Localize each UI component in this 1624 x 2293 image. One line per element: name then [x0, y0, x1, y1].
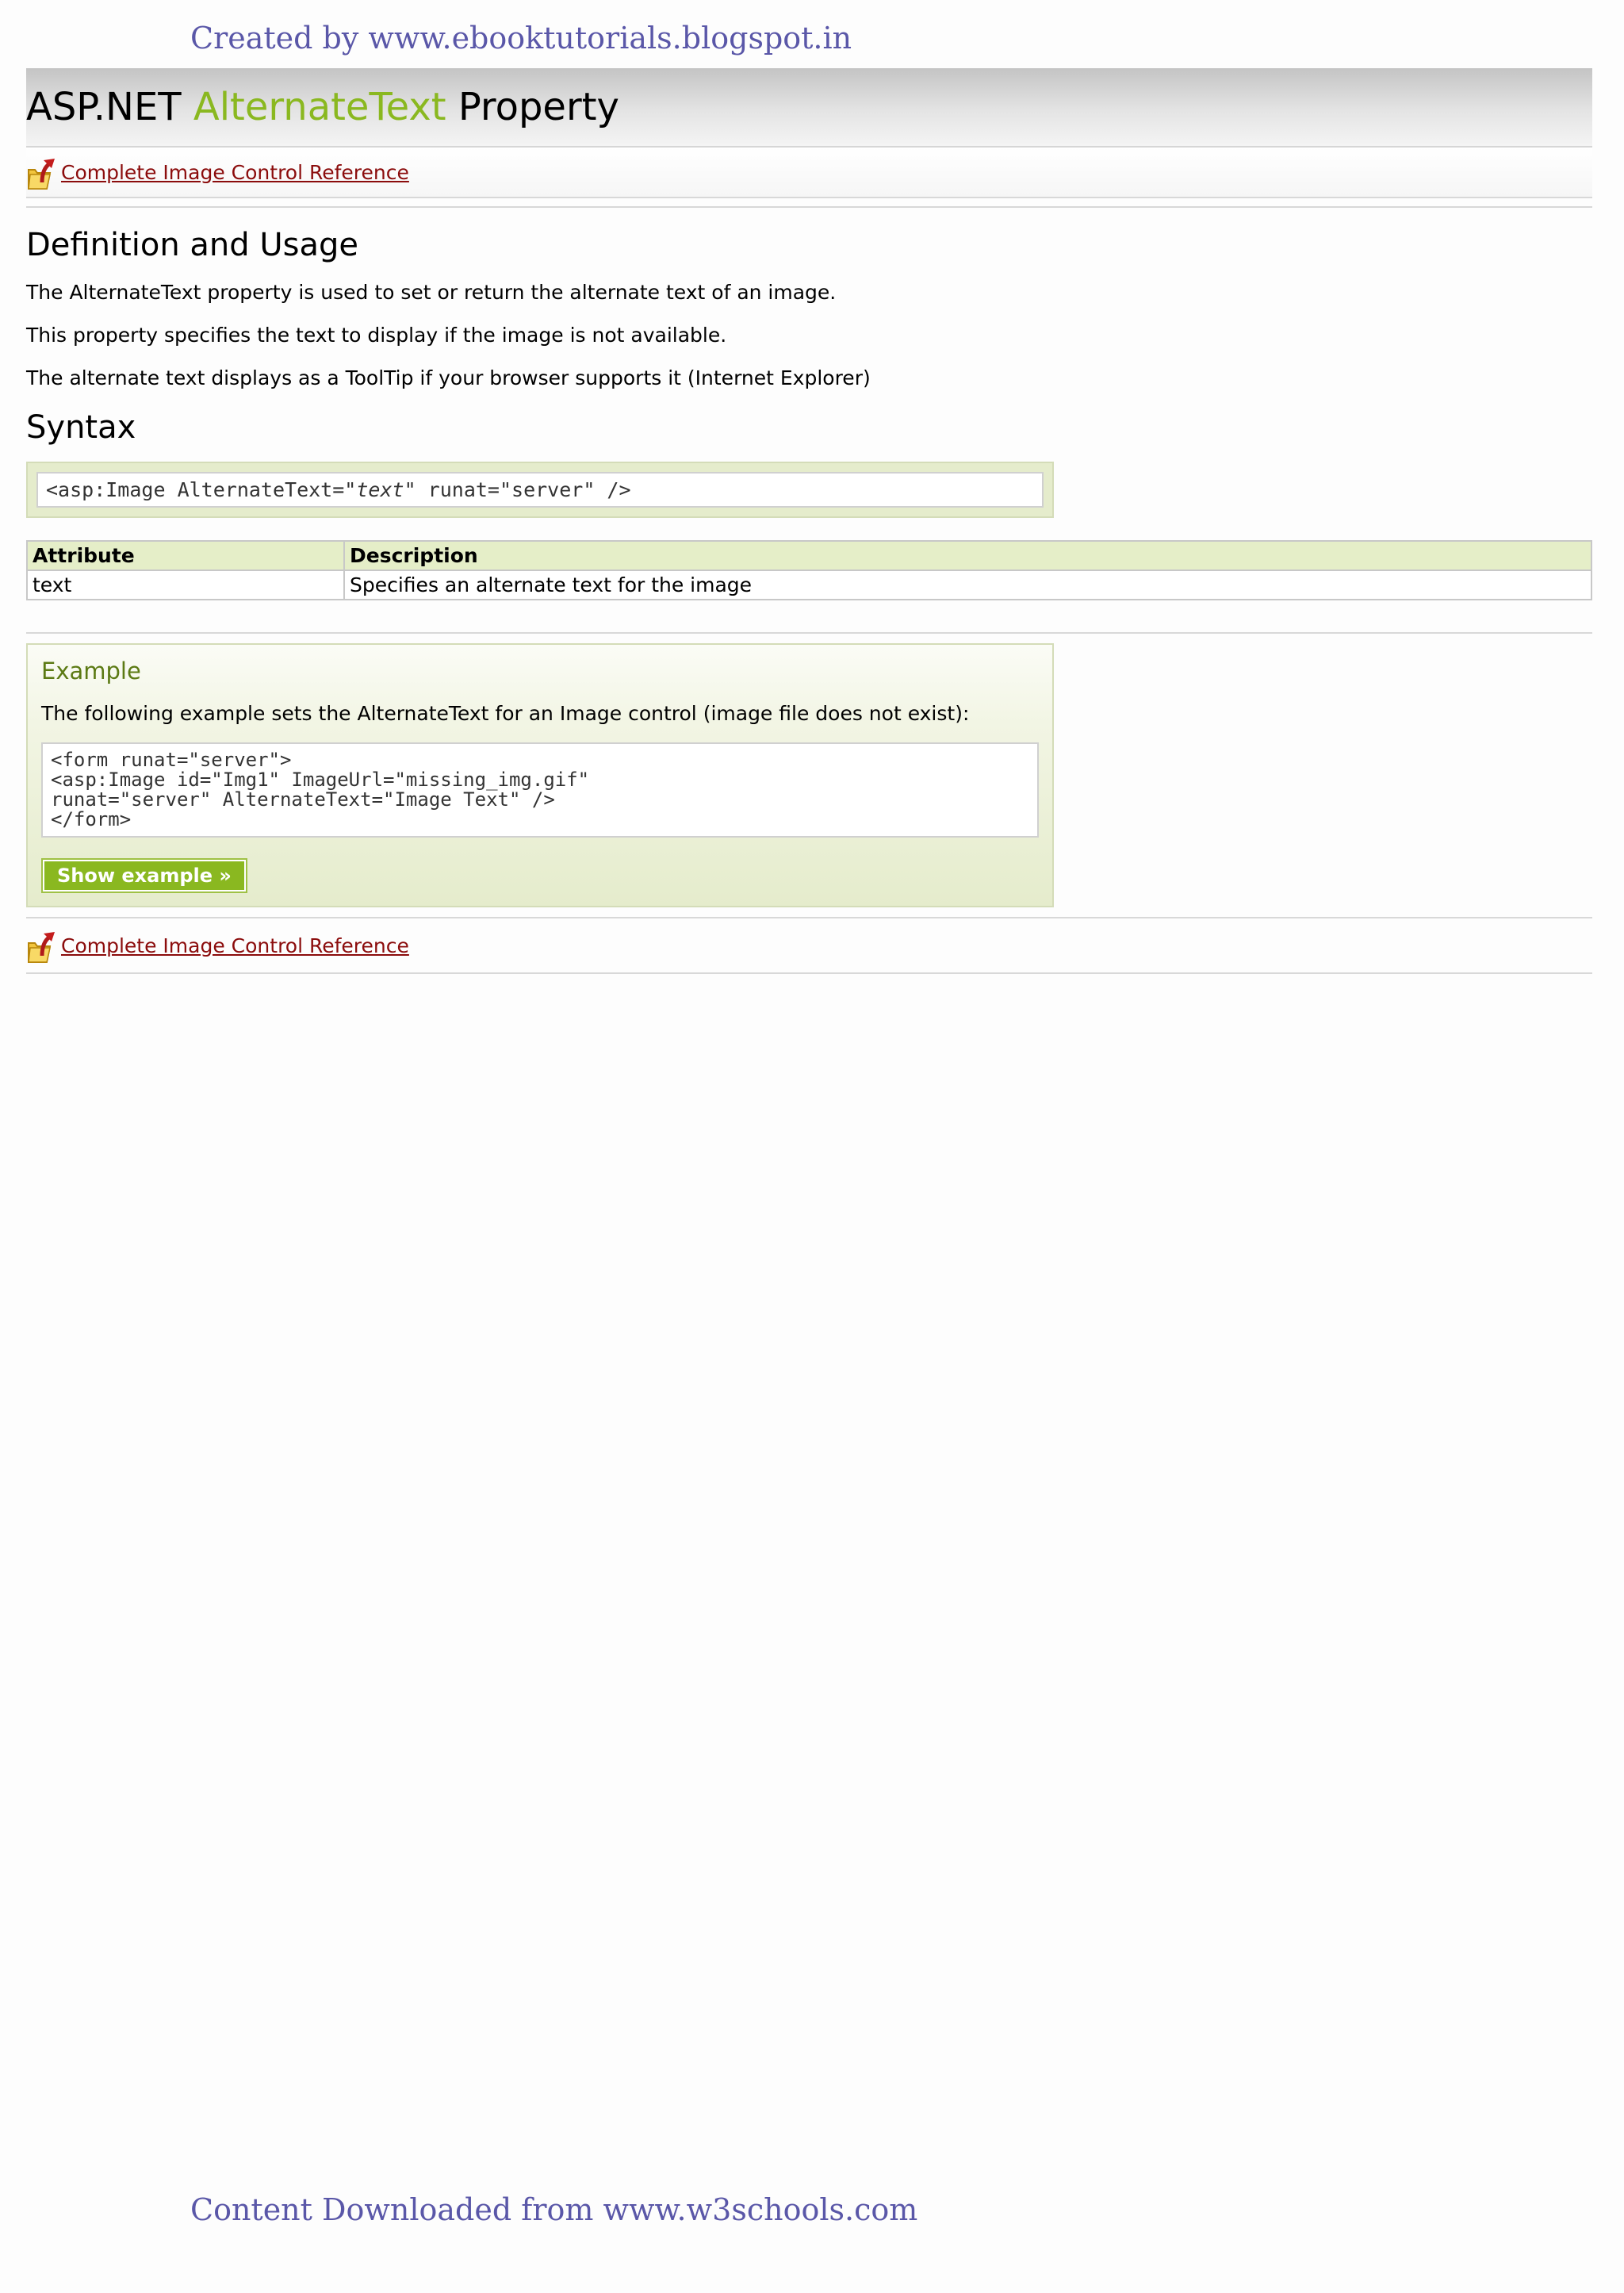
page-title: ASP.NET AlternateText Property: [26, 85, 619, 129]
title-bar: ASP.NET AlternateText Property: [26, 68, 1592, 148]
definition-heading: Definition and Usage: [26, 227, 359, 263]
syntax-code: <asp:Image AlternateText="text" runat="s…: [36, 472, 1044, 508]
table-header-row: Attribute Description: [26, 540, 1592, 571]
divider: [26, 632, 1592, 634]
complete-reference-link-bottom[interactable]: Complete Image Control Reference: [26, 927, 409, 964]
column-header-attribute: Attribute: [26, 540, 345, 571]
divider: [26, 206, 1592, 208]
table-row: text Specifies an alternate text for the…: [26, 569, 1592, 600]
syntax-code-before: <asp:Image AlternateText=": [46, 478, 357, 501]
watermark-top: Created by www.ebooktutorials.blogspot.i…: [190, 21, 852, 56]
syntax-code-after: " runat="server" />: [404, 478, 631, 501]
example-box: Example The following example sets the A…: [26, 643, 1054, 907]
folder-up-icon: [26, 927, 58, 964]
syntax-code-param: text: [356, 478, 404, 501]
definition-paragraph-1: The AlternateText property is used to se…: [26, 281, 837, 304]
reference-link-label: Complete Image Control Reference: [61, 934, 409, 957]
definition-paragraph-3: The alternate text displays as a ToolTip…: [26, 366, 871, 389]
table-cell-attribute: text: [26, 569, 345, 600]
bottom-reference-nav: Complete Image Control Reference: [26, 917, 1592, 974]
syntax-box: <asp:Image AlternateText="text" runat="s…: [26, 462, 1054, 518]
example-code: <form runat="server"> <asp:Image id="Img…: [41, 742, 1039, 838]
show-example-button[interactable]: Show example »: [41, 858, 247, 893]
watermark-bottom: Content Downloaded from www.w3schools.co…: [190, 2192, 918, 2227]
example-title: Example: [41, 658, 141, 684]
page-content: ASP.NET AlternateText Property Complete …: [26, 68, 1592, 974]
title-suffix: Property: [458, 85, 619, 129]
definition-paragraph-2: This property specifies the text to disp…: [26, 324, 727, 347]
example-description: The following example sets the Alternate…: [41, 702, 970, 725]
title-accent: AlternateText: [193, 85, 446, 129]
complete-reference-link-top[interactable]: Complete Image Control Reference: [26, 154, 409, 190]
title-prefix: ASP.NET: [26, 85, 182, 129]
reference-link-label: Complete Image Control Reference: [61, 160, 409, 184]
column-header-description: Description: [343, 540, 1592, 571]
syntax-heading: Syntax: [26, 409, 136, 446]
table-cell-description: Specifies an alternate text for the imag…: [343, 569, 1592, 600]
attribute-table: Attribute Description text Specifies an …: [26, 540, 1592, 600]
show-example-button-label: Show example »: [44, 861, 244, 890]
folder-up-icon: [26, 154, 58, 190]
top-reference-nav: Complete Image Control Reference: [26, 148, 1592, 198]
